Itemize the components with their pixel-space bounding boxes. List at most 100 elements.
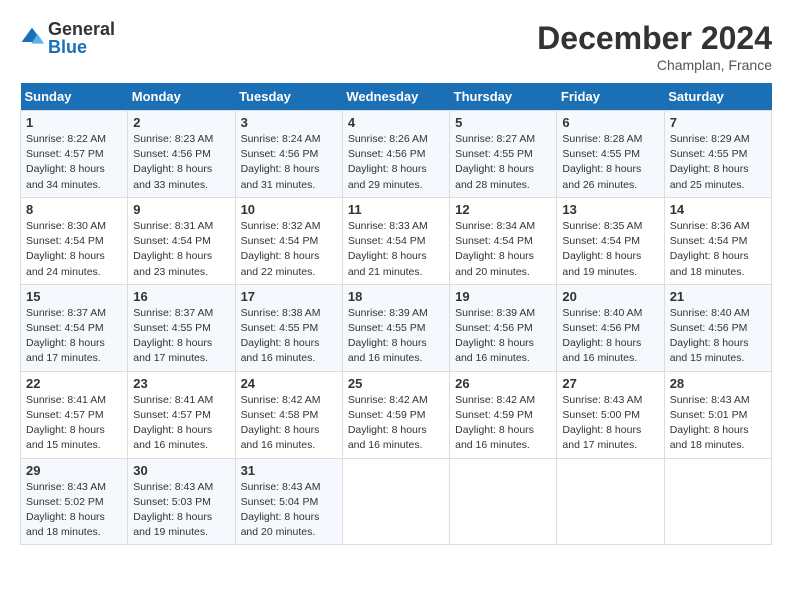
table-row: 19 Sunrise: 8:39 AM Sunset: 4:56 PM Dayli… [450,284,557,371]
table-row: 5Sunrise: 8:27 AM Sunset: 4:55 PM Daylig… [450,111,557,198]
table-row: 8 Sunrise: 8:30 AM Sunset: 4:54 PM Daylig… [21,197,128,284]
table-row: 22 Sunrise: 8:41 AM Sunset: 4:57 PM Dayli… [21,371,128,458]
table-row: 24 Sunrise: 8:42 AM Sunset: 4:58 PM Dayli… [235,371,342,458]
header-row: Sunday Monday Tuesday Wednesday Thursday… [21,83,772,111]
day-info: Sunrise: 8:22 AM Sunset: 4:57 PM Dayligh… [26,132,122,193]
day-number: 4 [348,115,444,130]
day-number: 1 [26,115,122,130]
logo-icon [20,26,44,50]
week-row: 22 Sunrise: 8:41 AM Sunset: 4:57 PM Dayli… [21,371,772,458]
table-row: 15 Sunrise: 8:37 AM Sunset: 4:54 PM Dayli… [21,284,128,371]
table-row: 25 Sunrise: 8:42 AM Sunset: 4:59 PM Dayli… [342,371,449,458]
day-number: 12 [455,202,551,217]
table-row [450,458,557,545]
day-number: 18 [348,289,444,304]
month-title: December 2024 [537,20,772,57]
table-row [557,458,664,545]
day-number: 20 [562,289,658,304]
table-row: 26Sunrise: 8:42 AM Sunset: 4:59 PM Dayli… [450,371,557,458]
table-row: 14 Sunrise: 8:36 AM Sunset: 4:54 PM Dayli… [664,197,771,284]
page-header: General Blue December 2024 Champlan, Fra… [20,20,772,73]
title-area: December 2024 Champlan, France [537,20,772,73]
day-number: 13 [562,202,658,217]
logo-text: General Blue [48,20,115,56]
day-number: 28 [670,376,766,391]
day-number: 2 [133,115,229,130]
day-info: Sunrise: 8:33 AM Sunset: 4:54 PM Dayligh… [348,219,444,280]
day-info: Sunrise: 8:43 AM Sunset: 5:00 PM Dayligh… [562,393,658,454]
week-row: 1 Sunrise: 8:22 AM Sunset: 4:57 PM Daylig… [21,111,772,198]
table-row: 7Sunrise: 8:29 AM Sunset: 4:55 PM Daylig… [664,111,771,198]
day-info: Sunrise: 8:30 AM Sunset: 4:54 PM Dayligh… [26,219,122,280]
day-info: Sunrise: 8:38 AM Sunset: 4:55 PM Dayligh… [241,306,337,367]
table-row: 30Sunrise: 8:43 AM Sunset: 5:03 PM Dayli… [128,458,235,545]
table-row: 29 Sunrise: 8:43 AM Sunset: 5:02 PM Dayli… [21,458,128,545]
day-number: 6 [562,115,658,130]
day-number: 8 [26,202,122,217]
day-number: 17 [241,289,337,304]
table-row: 23 Sunrise: 8:41 AM Sunset: 4:57 PM Dayli… [128,371,235,458]
table-row: 4 Sunrise: 8:26 AM Sunset: 4:56 PM Daylig… [342,111,449,198]
day-info: Sunrise: 8:27 AM Sunset: 4:55 PM Dayligh… [455,132,551,193]
week-row: 8 Sunrise: 8:30 AM Sunset: 4:54 PM Daylig… [21,197,772,284]
week-row: 15 Sunrise: 8:37 AM Sunset: 4:54 PM Dayli… [21,284,772,371]
calendar-table: Sunday Monday Tuesday Wednesday Thursday… [20,83,772,545]
table-row [342,458,449,545]
table-row: 3Sunrise: 8:24 AM Sunset: 4:56 PM Daylig… [235,111,342,198]
day-info: Sunrise: 8:42 AM Sunset: 4:59 PM Dayligh… [348,393,444,454]
day-number: 29 [26,463,122,478]
day-info: Sunrise: 8:40 AM Sunset: 4:56 PM Dayligh… [562,306,658,367]
location: Champlan, France [537,57,772,73]
col-friday: Friday [557,83,664,111]
table-row: 2Sunrise: 8:23 AM Sunset: 4:56 PM Daylig… [128,111,235,198]
day-info: Sunrise: 8:31 AM Sunset: 4:54 PM Dayligh… [133,219,229,280]
table-row: 1 Sunrise: 8:22 AM Sunset: 4:57 PM Daylig… [21,111,128,198]
col-tuesday: Tuesday [235,83,342,111]
day-info: Sunrise: 8:26 AM Sunset: 4:56 PM Dayligh… [348,132,444,193]
day-info: Sunrise: 8:37 AM Sunset: 4:55 PM Dayligh… [133,306,229,367]
day-number: 19 [455,289,551,304]
table-row: 20 Sunrise: 8:40 AM Sunset: 4:56 PM Dayli… [557,284,664,371]
day-info: Sunrise: 8:43 AM Sunset: 5:02 PM Dayligh… [26,480,122,541]
day-number: 15 [26,289,122,304]
table-row: 12 Sunrise: 8:34 AM Sunset: 4:54 PM Dayli… [450,197,557,284]
table-row: 11Sunrise: 8:33 AM Sunset: 4:54 PM Dayli… [342,197,449,284]
day-number: 16 [133,289,229,304]
day-info: Sunrise: 8:28 AM Sunset: 4:55 PM Dayligh… [562,132,658,193]
day-number: 24 [241,376,337,391]
table-row: 13 Sunrise: 8:35 AM Sunset: 4:54 PM Dayli… [557,197,664,284]
day-number: 14 [670,202,766,217]
day-info: Sunrise: 8:41 AM Sunset: 4:57 PM Dayligh… [26,393,122,454]
col-thursday: Thursday [450,83,557,111]
week-row: 29 Sunrise: 8:43 AM Sunset: 5:02 PM Dayli… [21,458,772,545]
day-number: 25 [348,376,444,391]
col-wednesday: Wednesday [342,83,449,111]
day-info: Sunrise: 8:36 AM Sunset: 4:54 PM Dayligh… [670,219,766,280]
day-info: Sunrise: 8:42 AM Sunset: 4:58 PM Dayligh… [241,393,337,454]
day-number: 9 [133,202,229,217]
logo-blue: Blue [48,38,115,56]
day-number: 22 [26,376,122,391]
col-saturday: Saturday [664,83,771,111]
day-number: 21 [670,289,766,304]
table-row: 9 Sunrise: 8:31 AM Sunset: 4:54 PM Daylig… [128,197,235,284]
day-number: 31 [241,463,337,478]
col-monday: Monday [128,83,235,111]
logo: General Blue [20,20,115,56]
table-row [664,458,771,545]
day-info: Sunrise: 8:39 AM Sunset: 4:55 PM Dayligh… [348,306,444,367]
table-row: 6 Sunrise: 8:28 AM Sunset: 4:55 PM Daylig… [557,111,664,198]
table-row: 21 Sunrise: 8:40 AM Sunset: 4:56 PM Dayli… [664,284,771,371]
logo-general: General [48,20,115,38]
day-number: 7 [670,115,766,130]
day-info: Sunrise: 8:39 AM Sunset: 4:56 PM Dayligh… [455,306,551,367]
day-info: Sunrise: 8:37 AM Sunset: 4:54 PM Dayligh… [26,306,122,367]
day-info: Sunrise: 8:34 AM Sunset: 4:54 PM Dayligh… [455,219,551,280]
col-sunday: Sunday [21,83,128,111]
day-info: Sunrise: 8:40 AM Sunset: 4:56 PM Dayligh… [670,306,766,367]
day-info: Sunrise: 8:43 AM Sunset: 5:03 PM Dayligh… [133,480,229,541]
day-info: Sunrise: 8:41 AM Sunset: 4:57 PM Dayligh… [133,393,229,454]
table-row: 31Sunrise: 8:43 AM Sunset: 5:04 PM Dayli… [235,458,342,545]
day-info: Sunrise: 8:35 AM Sunset: 4:54 PM Dayligh… [562,219,658,280]
day-number: 23 [133,376,229,391]
